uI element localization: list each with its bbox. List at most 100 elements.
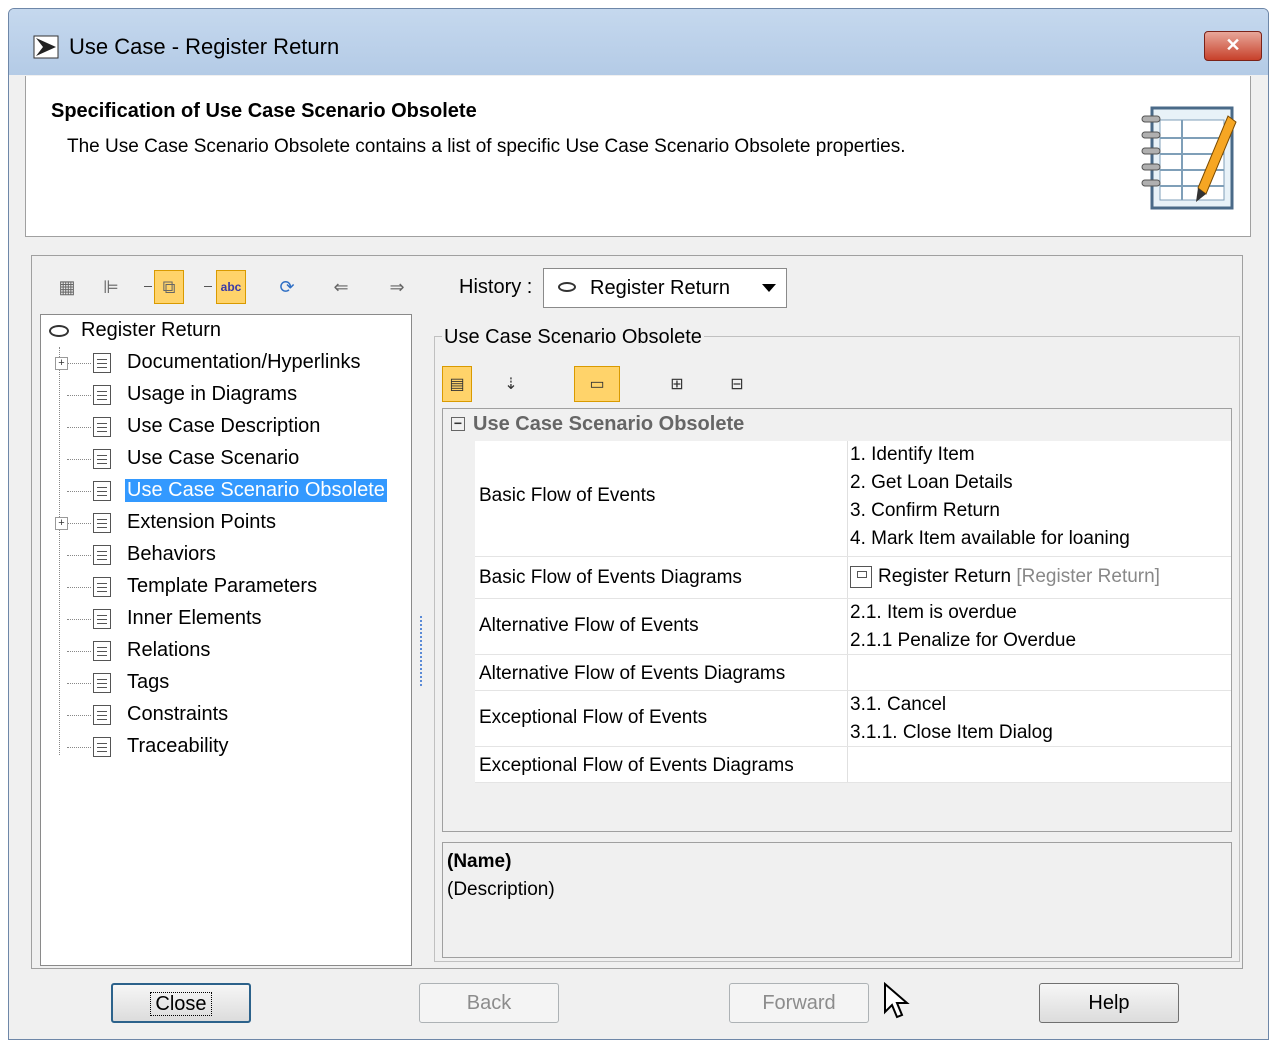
- tree-item-label: Template Parameters: [127, 575, 318, 597]
- property-row[interactable]: Basic Flow of Events 1. Identify Item 2.…: [475, 441, 1231, 557]
- refresh-icon[interactable]: ⟳: [272, 270, 302, 304]
- property-row[interactable]: Alternative Flow of Events 2.1. Item is …: [475, 599, 1231, 655]
- back-button-label: Back: [466, 992, 512, 1014]
- categorized-view-icon[interactable]: ▤: [442, 366, 472, 402]
- tree-connector: [67, 491, 91, 492]
- flow-step: 3. Confirm Return: [850, 500, 1000, 521]
- diagram-link[interactable]: Register Return [Register Return]: [850, 557, 1231, 597]
- tree-item-label: Constraints: [127, 703, 229, 725]
- property-row[interactable]: Exceptional Flow of Events 3.1. Cancel 3…: [475, 691, 1231, 747]
- description-toggle-icon[interactable]: ▭: [574, 366, 620, 402]
- property-value[interactable]: 3.1. Cancel 3.1.1. Close Item Dialog: [847, 691, 1231, 746]
- description-name: (Name): [447, 851, 512, 872]
- document-icon: [93, 481, 111, 501]
- document-icon: [93, 609, 111, 629]
- forward-arrow-icon[interactable]: ⇒: [382, 270, 412, 304]
- flow-step: 2.1.1 Penalize for Overdue: [850, 630, 1077, 651]
- tree-connector: [67, 427, 91, 428]
- window-close-button[interactable]: ✕: [1204, 31, 1262, 61]
- expand-icon[interactable]: +: [55, 517, 68, 530]
- property-value[interactable]: 1. Identify Item 2. Get Loan Details 3. …: [847, 441, 1231, 556]
- tree-connector: [67, 651, 91, 652]
- tree-root[interactable]: Register Return: [49, 319, 221, 342]
- diagram-name: Register Return: [878, 566, 1012, 587]
- tree-connector: [67, 459, 91, 460]
- expand-all-icon[interactable]: ⊞: [662, 366, 692, 402]
- tree-connector: [67, 715, 91, 716]
- document-icon: [93, 737, 111, 757]
- flow-step: 3.1. Cancel: [850, 694, 947, 715]
- property-name: Alternative Flow of Events: [479, 615, 699, 636]
- document-icon: [93, 449, 111, 469]
- specification-description: The Use Case Scenario Obsolete contains …: [67, 136, 906, 157]
- abc-icon[interactable]: abc: [216, 270, 246, 304]
- specification-header: Specification of Use Case Scenario Obsol…: [25, 76, 1251, 237]
- document-icon: [93, 673, 111, 693]
- tree-item-label: Use Case Description: [127, 415, 321, 437]
- property-value[interactable]: [847, 747, 1231, 782]
- back-arrow-icon[interactable]: ⇐: [326, 270, 356, 304]
- document-icon: [93, 353, 111, 373]
- window-title: Use Case - Register Return: [69, 34, 340, 59]
- history-value: Register Return: [590, 277, 731, 299]
- property-value[interactable]: 2.1. Item is overdue 2.1.1 Penalize for …: [847, 599, 1231, 654]
- diagram-owner: [Register Return]: [1016, 566, 1160, 587]
- tree-item-label: Traceability: [127, 735, 229, 757]
- tree-item-label: Inner Elements: [127, 607, 262, 629]
- properties-grid: − Use Case Scenario Obsolete Basic Flow …: [442, 408, 1232, 832]
- app-icon: [33, 35, 59, 59]
- collapse-all-icon[interactable]: ⊟: [722, 366, 752, 402]
- tree-item-label: Extension Points: [127, 511, 276, 533]
- document-icon: [93, 641, 111, 661]
- tree-item-label: Usage in Diagrams: [127, 383, 298, 405]
- property-row[interactable]: Exceptional Flow of Events Diagrams: [475, 747, 1231, 783]
- property-value[interactable]: Register Return [Register Return]: [847, 557, 1231, 598]
- specification-tree[interactable]: Register Return + Documentation/Hyperlin…: [40, 314, 412, 966]
- properties-icon[interactable]: ▦: [52, 270, 82, 304]
- property-name: Alternative Flow of Events Diagrams: [479, 663, 786, 684]
- tree-item-label: Relations: [127, 639, 211, 661]
- tree-item-label: Behaviors: [127, 543, 216, 565]
- property-value[interactable]: [847, 655, 1231, 690]
- property-name: Basic Flow of Events Diagrams: [479, 567, 742, 588]
- document-icon: [93, 417, 111, 437]
- sort-alphabetical-icon[interactable]: ⇣: [496, 366, 526, 402]
- mouse-cursor-icon: [884, 982, 910, 1019]
- notebook-pencil-icon: [1141, 106, 1237, 210]
- tree-item-label: Tags: [127, 671, 170, 693]
- tree-connector: [67, 619, 91, 620]
- close-button[interactable]: Close: [111, 983, 251, 1023]
- back-button[interactable]: Back: [419, 983, 559, 1023]
- tree-connector: [67, 555, 91, 556]
- forward-button-label: Forward: [762, 992, 836, 1014]
- chevron-down-icon[interactable]: [762, 284, 776, 292]
- property-row[interactable]: Alternative Flow of Events Diagrams: [475, 655, 1231, 691]
- property-name: Exceptional Flow of Events Diagrams: [479, 755, 794, 776]
- toolbar-separator: [204, 286, 212, 287]
- help-button[interactable]: Help: [1039, 983, 1179, 1023]
- tree-connector: [67, 747, 91, 748]
- tree-item-label: Use Case Scenario Obsolete: [125, 479, 387, 502]
- use-case-icon: [49, 324, 69, 337]
- title-bar: Use Case - Register Return ✕: [9, 9, 1268, 75]
- tree-root-label: Register Return: [81, 319, 222, 341]
- flow-step: 4. Mark Item available for loaning: [850, 528, 1130, 549]
- property-row[interactable]: Basic Flow of Events Diagrams Register R…: [475, 557, 1231, 599]
- tree-icon[interactable]: ⊫: [96, 270, 126, 304]
- forward-button[interactable]: Forward: [729, 983, 869, 1023]
- specification-window: Use Case - Register Return ✕ Specificati…: [8, 8, 1269, 1040]
- expand-icon[interactable]: +: [55, 357, 68, 370]
- collapse-icon[interactable]: −: [451, 416, 465, 431]
- close-button-label: Close: [150, 992, 212, 1016]
- grid-section-header[interactable]: − Use Case Scenario Obsolete: [443, 409, 1231, 441]
- compact-icon[interactable]: ⧉: [154, 270, 184, 304]
- document-icon: [93, 545, 111, 565]
- document-icon: [93, 513, 111, 533]
- tree-item-label: Documentation/Hyperlinks: [127, 351, 361, 373]
- document-icon: [93, 385, 111, 405]
- history-label: History :: [459, 276, 533, 298]
- panel-splitter[interactable]: [420, 616, 424, 686]
- description-area: (Name) (Description): [442, 842, 1232, 958]
- history-dropdown[interactable]: Register Return: [543, 268, 787, 308]
- specification-title: Specification of Use Case Scenario Obsol…: [51, 100, 477, 122]
